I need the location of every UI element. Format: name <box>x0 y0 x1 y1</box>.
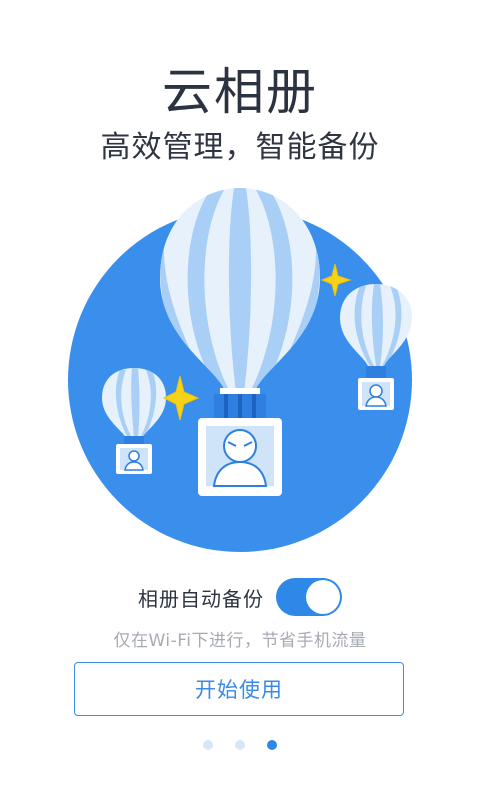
page-dot-3-active[interactable] <box>267 740 277 750</box>
page-subtitle: 高效管理，智能备份 <box>100 130 380 165</box>
page-indicator <box>0 740 480 750</box>
auto-backup-row: 相册自动备份 <box>0 576 480 618</box>
toggle-knob <box>306 580 340 614</box>
page-dot-1[interactable] <box>203 740 213 750</box>
onboarding-page: 云相册 高效管理，智能备份 相册自动备份 仅在Wi-Fi下进行，节省手机流量 开… <box>0 0 480 800</box>
auto-backup-toggle[interactable] <box>276 578 342 616</box>
wifi-hint-text: 仅在Wi-Fi下进行，节省手机流量 <box>113 631 367 651</box>
auto-backup-label: 相册自动备份 <box>138 586 264 611</box>
balloons-illustration <box>68 188 412 552</box>
page-title: 云相册 <box>162 63 318 121</box>
start-button[interactable]: 开始使用 <box>74 662 404 716</box>
page-dot-2[interactable] <box>235 740 245 750</box>
